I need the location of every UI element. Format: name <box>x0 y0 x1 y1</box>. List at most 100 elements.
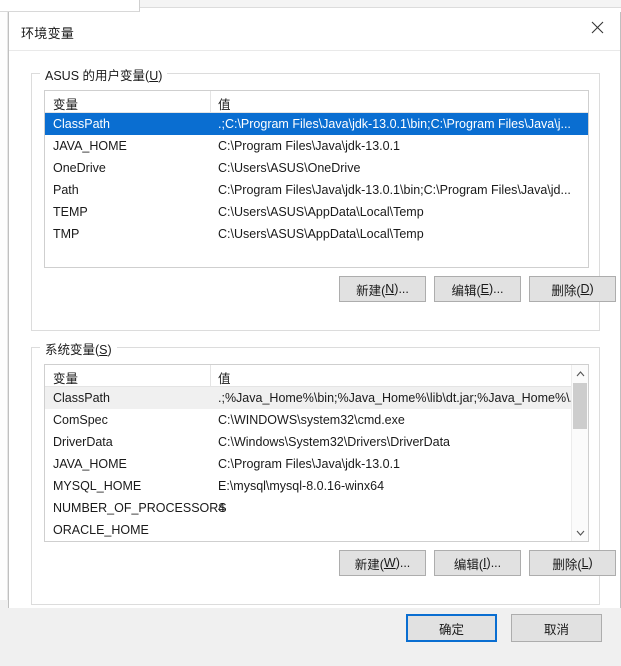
close-icon <box>591 21 604 33</box>
table-row[interactable]: TEMP C:\Users\ASUS\AppData\Local\Temp <box>45 201 588 223</box>
cell-variable-name: JAVA_HOME <box>53 457 127 471</box>
system-new-label-accel: W <box>383 556 396 570</box>
cell-variable-value: .;C:\Program Files\Java\jdk-13.0.1\bin;C… <box>218 117 571 131</box>
system-group-label-prefix: 系统变量( <box>45 343 100 357</box>
background-window-strip <box>140 0 621 8</box>
system-variables-group-label: 系统变量(S) <box>40 339 117 358</box>
background-window-left-edge <box>0 12 8 666</box>
user-new-label-suffix: )... <box>394 282 409 296</box>
user-delete-label-suffix: ) <box>589 282 594 296</box>
table-row[interactable]: DriverData C:\Windows\System32\Drivers\Dr… <box>45 431 588 453</box>
system-column-header-variable[interactable]: 变量 <box>53 368 78 387</box>
cell-variable-value: C:\Users\ASUS\AppData\Local\Temp <box>218 227 424 241</box>
table-row[interactable]: Path C:\Program Files\Java\jdk-13.0.1\bin… <box>45 179 588 201</box>
system-group-label-suffix: ) <box>107 343 112 357</box>
system-list-body: ClassPath .;%Java_Home%\bin;%Java_Home%\l… <box>45 387 588 541</box>
scroll-down-button[interactable] <box>572 524 588 541</box>
system-delete-label-accel: L <box>581 556 589 570</box>
scrollbar-thumb[interactable] <box>573 383 587 429</box>
table-row[interactable]: TMP C:\Users\ASUS\AppData\Local\Temp <box>45 223 588 245</box>
background-window-top <box>0 0 140 12</box>
table-row[interactable]: OneDrive C:\Users\ASUS\OneDrive <box>45 157 588 179</box>
table-row[interactable]: ComSpec C:\WINDOWS\system32\cmd.exe <box>45 409 588 431</box>
cell-variable-name: DriverData <box>53 435 113 449</box>
user-delete-label-accel: D <box>580 282 590 296</box>
system-new-label-suffix: )... <box>395 556 411 570</box>
ok-button[interactable]: 确定 <box>406 614 497 642</box>
cell-variable-value: E:\mysql\mysql-8.0.16-winx64 <box>218 479 385 493</box>
user-variables-group-label: ASUS 的用户变量(U) <box>40 65 168 84</box>
chevron-up-icon <box>576 370 584 376</box>
user-variables-list[interactable]: 变量 值 ClassPath .;C:\Program Files\Java\jd… <box>44 90 589 268</box>
cell-variable-name: TMP <box>53 227 80 241</box>
dialog-title: 环境变量 <box>21 26 75 41</box>
user-delete-label-prefix: 删除( <box>551 283 581 298</box>
system-variables-list[interactable]: 变量 值 ClassPath .;%Java_Home%\bin;%Java_Ho… <box>44 364 589 542</box>
environment-variables-dialog: 环境变量 ASUS 的用户变量(U) 变量 值 ClassPath .;C:\Pr… <box>8 12 621 608</box>
dialog-body: ASUS 的用户变量(U) 变量 值 ClassPath .;C:\Program… <box>9 51 620 608</box>
cell-variable-value: C:\WINDOWS\system32\cmd.exe <box>218 413 405 427</box>
cell-variable-name: TEMP <box>53 205 88 219</box>
system-column-divider[interactable] <box>210 365 211 386</box>
user-new-label-accel: N <box>385 282 395 296</box>
system-list-scrollbar[interactable] <box>571 365 588 541</box>
cell-variable-value: C:\Program Files\Java\jdk-13.0.1 <box>218 457 401 471</box>
cell-variable-name: NUMBER_OF_PROCESSORS <box>53 501 227 515</box>
user-column-header-value[interactable]: 值 <box>218 94 231 113</box>
scroll-up-button[interactable] <box>572 365 588 382</box>
user-edit-label-prefix: 编辑( <box>451 283 481 298</box>
close-button[interactable] <box>575 12 620 42</box>
table-row[interactable]: ClassPath .;%Java_Home%\bin;%Java_Home%\l… <box>45 387 588 409</box>
user-variables-group: ASUS 的用户变量(U) 变量 值 ClassPath .;C:\Program… <box>31 65 616 331</box>
cell-variable-name: Path <box>53 183 79 197</box>
user-group-label-accel: U <box>149 69 159 83</box>
cell-variable-name: MYSQL_HOME <box>53 479 142 493</box>
user-edit-label-suffix: )... <box>488 282 504 296</box>
table-row[interactable]: JAVA_HOME C:\Program Files\Java\jdk-13.0.… <box>45 135 588 157</box>
table-row[interactable]: NUMBER_OF_PROCESSORS 4 <box>45 497 588 519</box>
system-new-label-prefix: 新建( <box>354 557 384 572</box>
cell-variable-value: C:\Users\ASUS\AppData\Local\Temp <box>218 205 424 219</box>
system-edit-button[interactable]: 编辑(I)... <box>434 550 521 576</box>
system-group-label-accel: S <box>99 343 108 357</box>
user-edit-label-accel: E <box>480 282 489 296</box>
user-column-header-variable[interactable]: 变量 <box>53 94 78 113</box>
user-group-label-suffix: ) <box>158 69 163 83</box>
system-edit-label-prefix: 编辑( <box>453 557 484 572</box>
system-delete-label-prefix: 删除( <box>552 557 582 572</box>
table-row[interactable]: JAVA_HOME C:\Program Files\Java\jdk-13.0.… <box>45 453 588 475</box>
cell-variable-name: ClassPath <box>53 391 110 405</box>
user-new-button[interactable]: 新建(N)... <box>339 276 426 302</box>
cell-variable-name: OneDrive <box>53 161 106 175</box>
user-list-header: 变量 值 <box>45 91 588 113</box>
user-delete-button[interactable]: 删除(D) <box>529 276 616 302</box>
table-row[interactable]: ClassPath .;C:\Program Files\Java\jdk-13.… <box>45 113 588 135</box>
system-variables-group: 系统变量(S) 变量 值 ClassPath .;%Java_Home%\bin;… <box>31 339 616 605</box>
cell-variable-value: C:\Windows\System32\Drivers\DriverData <box>218 435 450 449</box>
cell-variable-value: .;%Java_Home%\bin;%Java_Home%\lib\dt.jar… <box>218 391 580 405</box>
cell-variable-value: C:\Users\ASUS\OneDrive <box>218 161 361 175</box>
cell-variable-name: ClassPath <box>53 117 110 131</box>
system-delete-label-suffix: ) <box>588 556 593 570</box>
cell-variable-value: 4 <box>218 501 225 515</box>
dialog-titlebar: 环境变量 <box>9 12 620 51</box>
system-new-button[interactable]: 新建(W)... <box>339 550 426 576</box>
cell-variable-name: ComSpec <box>53 413 108 427</box>
system-list-header: 变量 值 <box>45 365 588 387</box>
user-group-label-prefix: ASUS 的用户变量( <box>45 69 150 83</box>
cell-variable-name: ORACLE_HOME <box>53 523 149 537</box>
cell-variable-name: JAVA_HOME <box>53 139 127 153</box>
user-list-body: ClassPath .;C:\Program Files\Java\jdk-13.… <box>45 113 588 245</box>
system-column-header-value[interactable]: 值 <box>218 368 231 387</box>
user-new-label-prefix: 新建( <box>356 283 386 298</box>
chevron-down-icon <box>576 530 584 536</box>
table-row[interactable]: MYSQL_HOME E:\mysql\mysql-8.0.16-winx64 <box>45 475 588 497</box>
table-row[interactable]: ORACLE_HOME <box>45 519 588 541</box>
system-delete-button[interactable]: 删除(L) <box>529 550 616 576</box>
cell-variable-value: C:\Program Files\Java\jdk-13.0.1 <box>218 139 401 153</box>
cell-variable-value: C:\Program Files\Java\jdk-13.0.1\bin;C:\… <box>218 183 571 197</box>
user-column-divider[interactable] <box>210 91 211 112</box>
cancel-button[interactable]: 取消 <box>511 614 602 642</box>
system-edit-label-suffix: )... <box>486 556 502 570</box>
user-edit-button[interactable]: 编辑(E)... <box>434 276 521 302</box>
